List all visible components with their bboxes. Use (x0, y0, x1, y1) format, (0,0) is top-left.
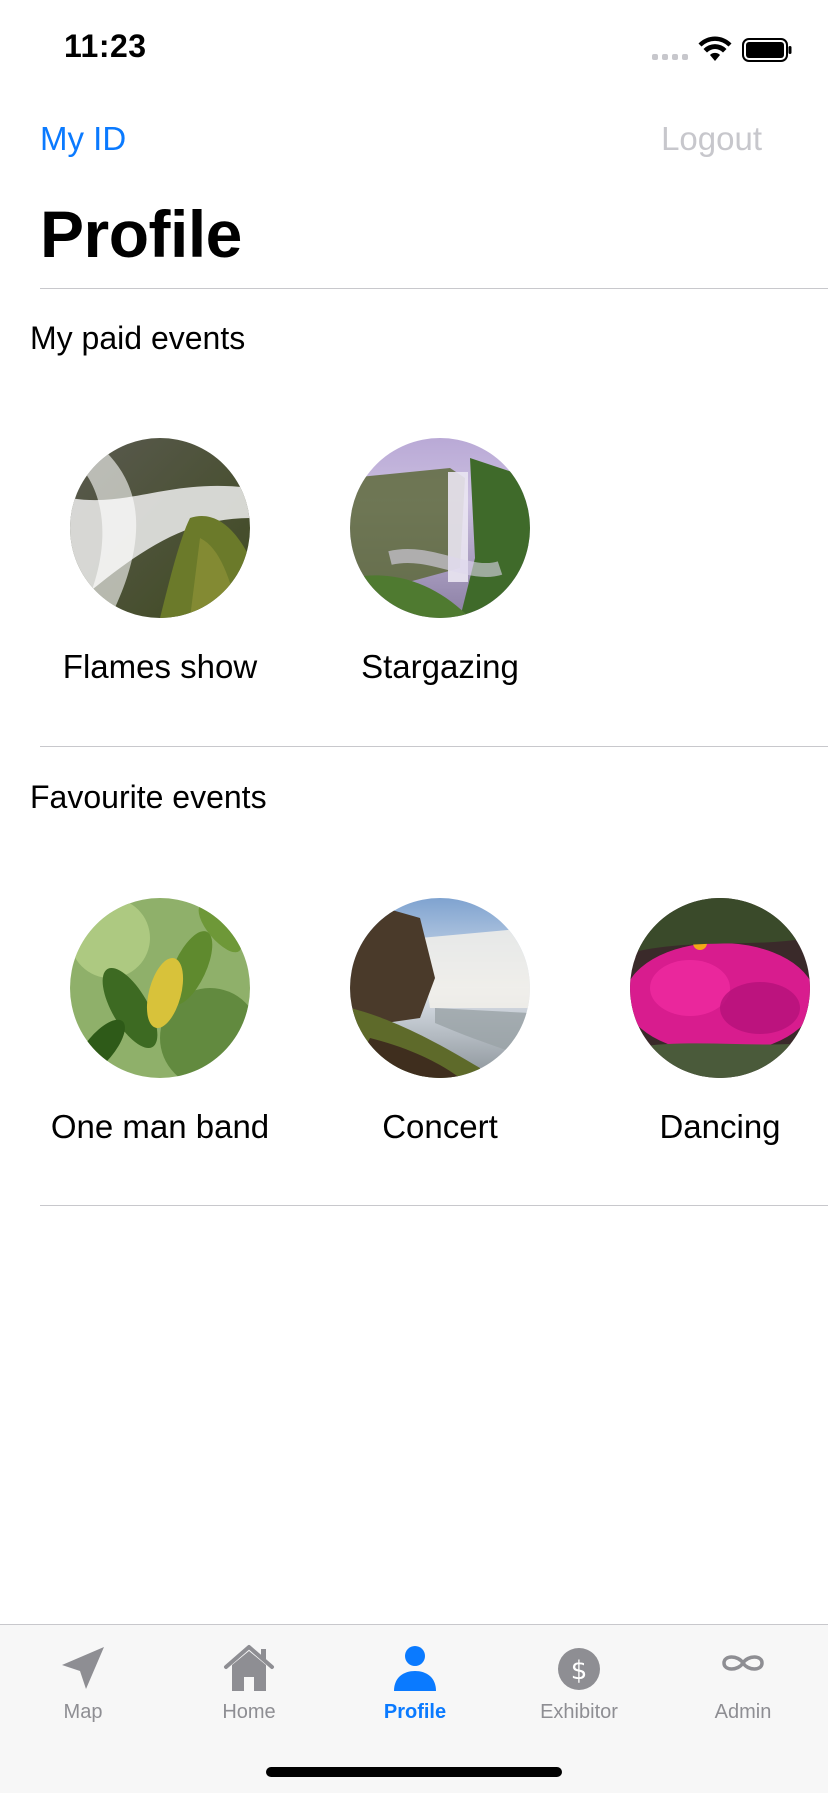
svg-text:$: $ (571, 1656, 588, 1686)
cellular-signal-icon (652, 54, 688, 60)
dollar-circle-icon: $ (558, 1648, 600, 1690)
event-label: Dancing (659, 1108, 781, 1145)
my-id-button[interactable]: My ID (40, 120, 126, 158)
wifi-icon (698, 36, 732, 61)
tab-map[interactable]: Map (0, 1643, 166, 1724)
infinity-icon (722, 1655, 764, 1671)
house-icon (224, 1645, 274, 1691)
waterfall-coast-photo (350, 898, 530, 1078)
page-title: Profile (40, 197, 242, 271)
status-time: 11:23 (64, 28, 147, 64)
pink-flowers-photo (630, 898, 810, 1078)
tab-home[interactable]: Home (166, 1643, 332, 1724)
tab-label: Home (222, 1701, 276, 1723)
paid-events-heading: My paid events (30, 320, 246, 356)
location-arrow-icon (62, 1647, 104, 1689)
event-stargazing[interactable]: Stargazing (310, 438, 570, 686)
event-flames-show[interactable]: Flames show (30, 438, 290, 686)
divider (40, 1205, 828, 1206)
status-bar: 11:23 (0, 0, 828, 100)
person-icon (394, 1646, 436, 1691)
home-indicator (266, 1767, 562, 1777)
event-dancing[interactable]: Dancing (590, 898, 828, 1146)
tab-label: Profile (383, 1701, 447, 1723)
tab-bar: Map Home Profile $ Exhibitor Admin (0, 1624, 828, 1793)
event-label: Concert (382, 1108, 498, 1145)
tab-profile[interactable]: Profile (332, 1643, 498, 1724)
divider (40, 288, 828, 289)
tab-label: Admin (714, 1701, 772, 1723)
tab-label: Map (63, 1701, 103, 1723)
event-concert[interactable]: Concert (310, 898, 570, 1146)
battery-icon (742, 38, 792, 62)
waterfall-cliff-photo (350, 438, 530, 618)
tab-exhibitor[interactable]: $ Exhibitor (496, 1643, 662, 1724)
logout-button[interactable]: Logout (661, 120, 762, 158)
tab-admin[interactable]: Admin (660, 1643, 826, 1724)
divider (40, 746, 828, 747)
favourite-events-heading: Favourite events (30, 779, 267, 815)
event-one-man-band[interactable]: One man band (30, 898, 290, 1146)
leaves-photo (70, 898, 250, 1078)
tab-label: Exhibitor (540, 1701, 618, 1723)
waterfall-rock-photo (70, 438, 250, 618)
event-label: Stargazing (361, 648, 519, 685)
event-label: Flames show (62, 648, 258, 685)
event-label: One man band (50, 1108, 270, 1145)
